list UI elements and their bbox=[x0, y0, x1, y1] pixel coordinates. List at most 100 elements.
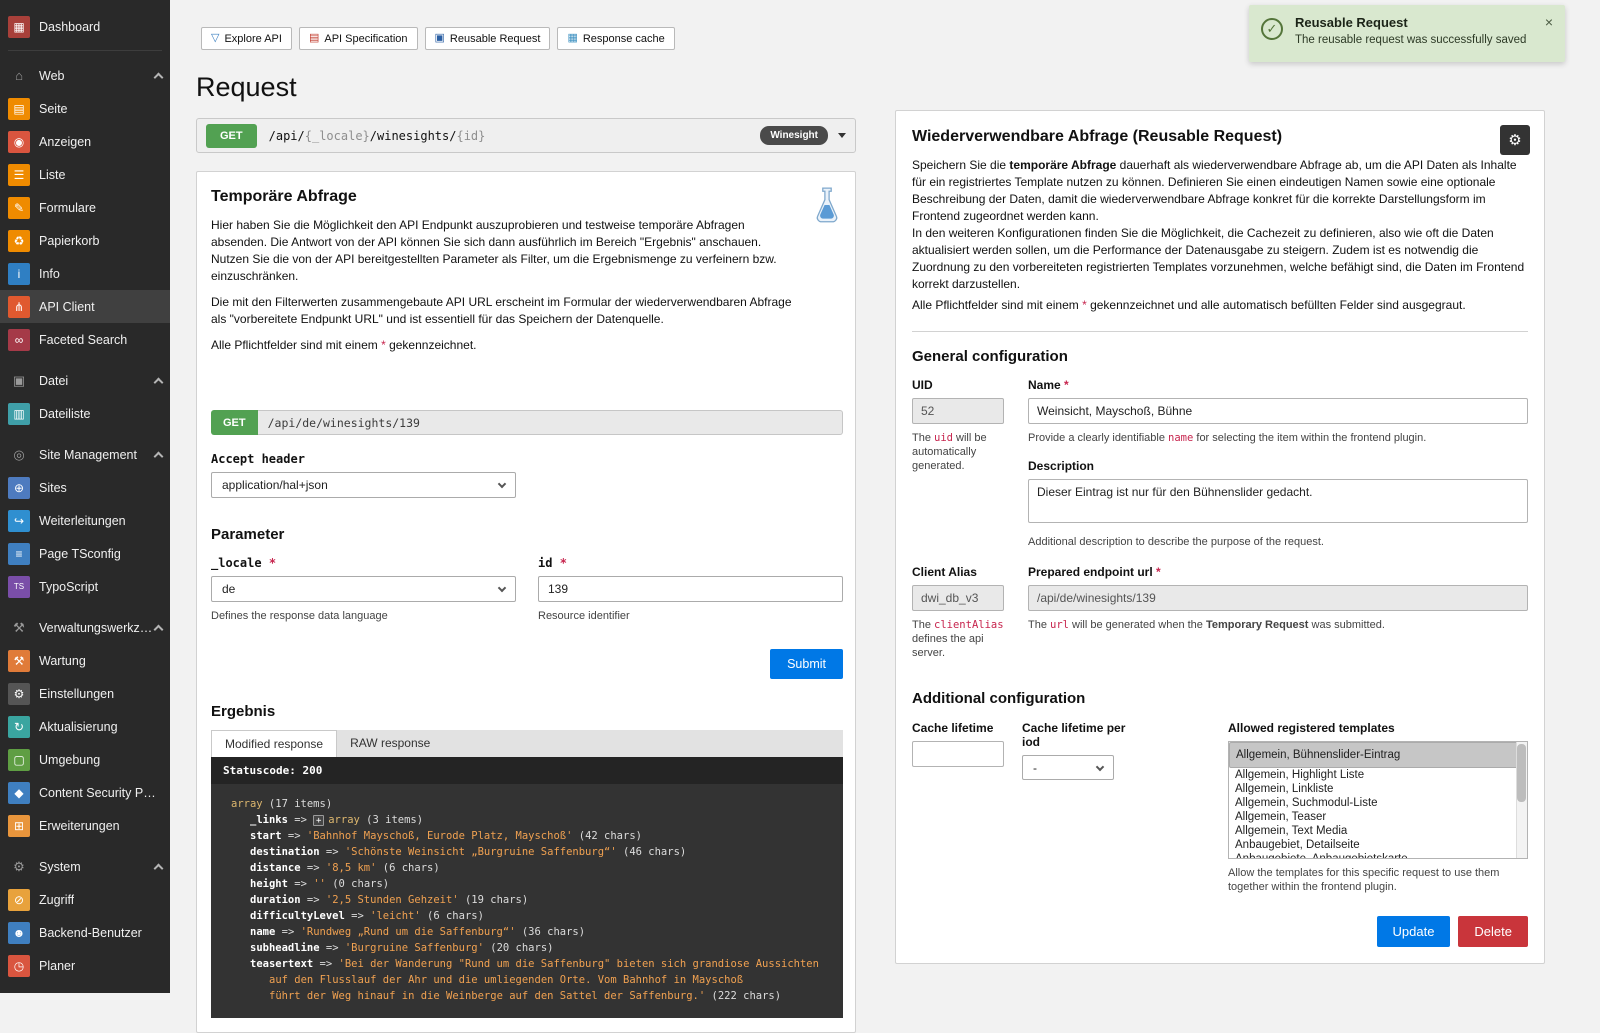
cache-lifetime-period-select[interactable]: - bbox=[1022, 755, 1114, 780]
description-help: Additional description to describe the p… bbox=[1028, 536, 1324, 548]
accept-header-value: application/hal+json bbox=[222, 478, 328, 492]
sidebar-item-wartung[interactable]: ⚒ Wartung bbox=[0, 644, 170, 677]
tab-response-cache[interactable]: ▦ Response cache bbox=[557, 27, 675, 50]
name-input[interactable] bbox=[1028, 398, 1528, 424]
prepared-url-input bbox=[1028, 585, 1528, 611]
sidebar-item-liste[interactable]: ☰ Liste bbox=[0, 158, 170, 191]
sidebar-section-datei[interactable]: ▣ Datei bbox=[0, 364, 170, 397]
sidebar-item-label: API Client bbox=[39, 299, 95, 314]
sidebar-item-dateiliste[interactable]: ▥ Dateiliste bbox=[0, 397, 170, 430]
update-button[interactable]: Update bbox=[1376, 916, 1451, 947]
debug-line: auf den Flusslauf der Ahr und die umlieg… bbox=[269, 974, 744, 986]
sidebar-item-anzeigen[interactable]: ◉ Anzeigen bbox=[0, 125, 170, 158]
template-option[interactable]: Allgemein, Suchmodul-Liste bbox=[1229, 796, 1515, 810]
form-icon: ✎ bbox=[8, 196, 30, 219]
locale-label-text: _locale bbox=[211, 556, 262, 570]
sidebar-section-web[interactable]: ⌂ Web bbox=[0, 59, 170, 92]
sidebar-item-info[interactable]: i Info bbox=[0, 257, 170, 290]
sidebar-item-backend-benutzer[interactable]: ☻ Backend-Benutzer bbox=[0, 916, 170, 949]
system-section-icon: ⚙ bbox=[13, 859, 25, 874]
client-alias-label: Client Alias bbox=[912, 565, 977, 579]
sidebar-section-system[interactable]: ⚙ System bbox=[0, 850, 170, 883]
accept-header-select[interactable]: application/hal+json bbox=[211, 472, 516, 498]
accept-header-label: Accept header bbox=[211, 452, 305, 466]
sidebar-item-einstellungen[interactable]: ⚙ Einstellungen bbox=[0, 677, 170, 710]
template-option[interactable]: Allgemein, Teaser bbox=[1229, 810, 1515, 824]
tab-explore-api[interactable]: ▽ Explore API bbox=[201, 27, 292, 50]
sidebar-item-planer[interactable]: ◷ Planer bbox=[0, 949, 170, 982]
sidebar-section-verwaltungswerkze[interactable]: ⚒ Verwaltungswerkze... bbox=[0, 611, 170, 644]
client-alias-input bbox=[912, 585, 1004, 611]
template-option[interactable]: Allgemein, Text Media bbox=[1229, 824, 1515, 838]
reusable-paragraph: Speichern Sie die temporäre Abfrage daue… bbox=[912, 158, 1517, 223]
delete-button[interactable]: Delete bbox=[1458, 916, 1528, 947]
sidebar-item-content-security-policy[interactable]: ◆ Content Security Policy bbox=[0, 776, 170, 809]
toast-close-icon[interactable]: × bbox=[1543, 15, 1555, 29]
template-option[interactable]: Allgemein, Linkliste bbox=[1229, 782, 1515, 796]
tab-modified-response[interactable]: Modified response bbox=[211, 730, 338, 757]
cache-lifetime-period-label: Cache lifetime per iod bbox=[1022, 721, 1126, 749]
collapse-chevron-icon bbox=[153, 624, 164, 634]
endpoint-bar[interactable]: GET /api/{_locale}/winesights/{id} Wines… bbox=[196, 118, 856, 153]
sidebar-item-papierkorb[interactable]: ♻ Papierkorb bbox=[0, 224, 170, 257]
listbox-scrollbar[interactable] bbox=[1516, 742, 1527, 858]
description-label: Description bbox=[1028, 459, 1095, 473]
endpoint-caret-icon[interactable] bbox=[838, 133, 846, 138]
file-section-icon: ▣ bbox=[12, 373, 26, 388]
response-code-block: Statuscode: 200 array (17 items) _links =… bbox=[211, 757, 843, 1018]
debug-line: destination => 'Schönste Weinsicht „Burg… bbox=[250, 846, 687, 858]
sidebar-item-faceted-search[interactable]: ∞ Faceted Search bbox=[0, 323, 170, 356]
description-textarea[interactable]: Dieser Eintrag ist nur für den Bühnensli… bbox=[1028, 479, 1528, 523]
sidebar-section-site-management[interactable]: ◎ Site Management bbox=[0, 438, 170, 471]
api-client-icon: ⋔ bbox=[8, 295, 30, 318]
sidebar-item-typoscript[interactable]: TS TypoScript bbox=[0, 570, 170, 603]
uid-input bbox=[912, 398, 1004, 424]
sidebar-item-erweiterungen[interactable]: ⊞ Erweiterungen bbox=[0, 809, 170, 842]
sidebar-item-seite[interactable]: ▤ Seite bbox=[0, 92, 170, 125]
cache-lifetime-input[interactable] bbox=[912, 741, 1004, 767]
tab-label: Reusable Request bbox=[449, 32, 541, 45]
template-option[interactable]: Anbaugebiet, Detailseite bbox=[1229, 838, 1515, 852]
submit-button[interactable]: Submit bbox=[770, 649, 843, 679]
sidebar-item-weiterleitungen[interactable]: ↪ Weiterleitungen bbox=[0, 504, 170, 537]
sitemgmt-section-icon: ◎ bbox=[13, 447, 25, 462]
id-label: id * bbox=[538, 556, 843, 570]
sidebar-item-aktualisierung[interactable]: ↻ Aktualisierung bbox=[0, 710, 170, 743]
sidebar-item-formulare[interactable]: ✎ Formulare bbox=[0, 191, 170, 224]
debug-line: duration => '2,5 Stunden Gehzeit' (19 ch… bbox=[250, 894, 529, 906]
tab-api-specification[interactable]: ▤ API Specification bbox=[298, 27, 418, 50]
locale-select[interactable]: de bbox=[211, 576, 516, 602]
sidebar-item-label: Erweiterungen bbox=[39, 818, 120, 833]
sidebar-item-label: Papierkorb bbox=[39, 233, 100, 248]
sidebar-item-sites[interactable]: ⊕ Sites bbox=[0, 471, 170, 504]
template-option[interactable]: Anbaugebiete, Anbaugebietskarte bbox=[1229, 852, 1515, 858]
templates-listbox[interactable]: Allgemein, Bühnenslider-Eintrag Allgemein… bbox=[1228, 741, 1528, 859]
gear-icon: ⚙ bbox=[8, 682, 30, 705]
sidebar-item-zugriff[interactable]: ⊘ Zugriff bbox=[0, 883, 170, 916]
template-option[interactable]: Allgemein, Bühnenslider-Eintrag bbox=[1229, 742, 1527, 768]
tab-reusable-request[interactable]: ▣ Reusable Request bbox=[424, 27, 551, 50]
template-option[interactable]: Allgemein, Highlight Liste bbox=[1229, 768, 1515, 782]
settings-gear-button[interactable]: ⚙ bbox=[1500, 125, 1530, 155]
temp-card-paragraph: Alle Pflichtfelder sind mit einem * geke… bbox=[211, 338, 477, 352]
sidebar-item-page-tsconfig[interactable]: ≡ Page TSconfig bbox=[0, 537, 170, 570]
reusable-intro: Speichern Sie die temporäre Abfrage daue… bbox=[912, 157, 1528, 314]
tab-raw-response[interactable]: RAW response bbox=[337, 730, 443, 757]
admin-tools-section-icon: ⚒ bbox=[13, 620, 25, 635]
temporary-request-card: Temporäre Abfrage Hier haben Sie die Mög… bbox=[196, 171, 856, 1033]
sidebar-item-api-client[interactable]: ⋔ API Client bbox=[0, 290, 170, 323]
reusable-request-card: ⚙ Wiederverwendbare Abfrage (Reusable Re… bbox=[895, 110, 1545, 964]
sidebar-item-dashboard[interactable]: ▦ Dashboard bbox=[0, 10, 170, 43]
temp-card-paragraph: Hier haben Sie die Möglichkeit den API E… bbox=[211, 218, 777, 283]
reusable-paragraph: In den weiteren Konfigurationen finden S… bbox=[912, 226, 1525, 291]
result-heading: Ergebnis bbox=[211, 703, 276, 720]
expand-toggle-icon[interactable]: + bbox=[313, 815, 325, 826]
temp-card-description: Hier haben Sie die Möglichkeit den API E… bbox=[211, 217, 799, 354]
debug-output: array (17 items) _links => + array (3 item… bbox=[211, 784, 843, 1018]
general-config-row-1: UID The uid will be automatically genera… bbox=[912, 378, 1528, 549]
web-section-icon: ⌂ bbox=[15, 68, 23, 83]
required-mark: * bbox=[1064, 378, 1069, 392]
sidebar-item-umgebung[interactable]: ▢ Umgebung bbox=[0, 743, 170, 776]
id-input[interactable] bbox=[538, 576, 843, 602]
listbox-scrollbar-thumb[interactable] bbox=[1517, 744, 1526, 802]
